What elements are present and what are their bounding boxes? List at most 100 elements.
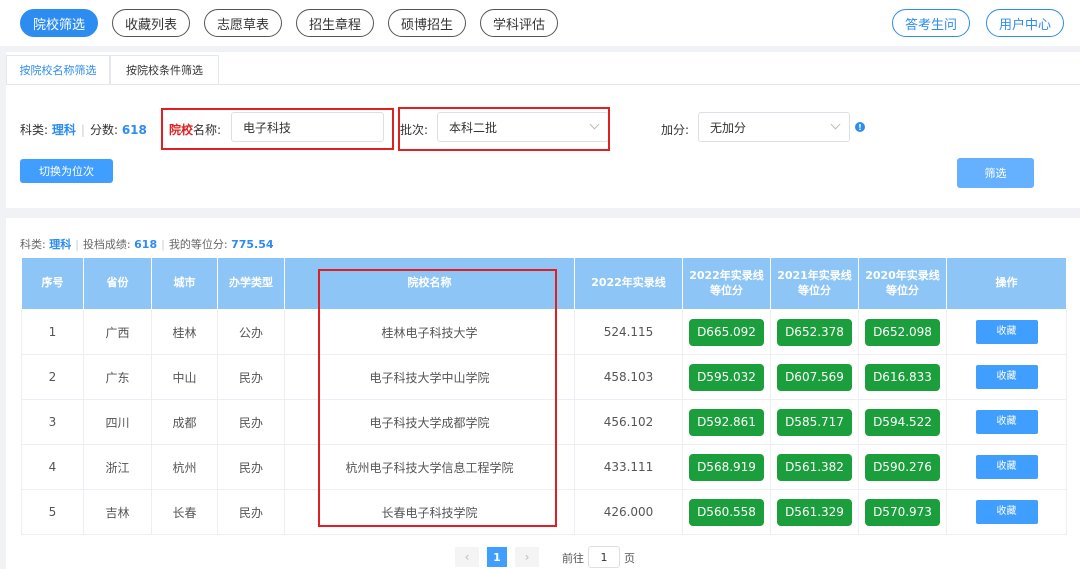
- column-header: 操作: [946, 257, 1067, 310]
- column-header: 2022年实录线: [574, 257, 683, 310]
- column-header: 省份: [83, 257, 152, 310]
- cell-no: 5: [21, 489, 84, 535]
- subject-value: 理科: [51, 123, 76, 137]
- rank-badge: D595.032: [689, 363, 764, 391]
- page-suffix-label: 页: [624, 552, 635, 565]
- cell-r2022: D560.558: [682, 489, 771, 535]
- cell-r2020: D590.276: [858, 444, 947, 490]
- cell-r2022: D592.861: [682, 399, 771, 445]
- subject-label: 科类:: [20, 123, 49, 137]
- rank-badge: D561.329: [777, 498, 852, 526]
- cell-province: 浙江: [83, 444, 152, 490]
- cell-action: 收藏: [946, 444, 1067, 490]
- filter-button[interactable]: 筛选: [957, 158, 1034, 188]
- cell-province: 四川: [83, 399, 152, 445]
- cell-province: 吉林: [83, 489, 152, 535]
- highlight-school-column: [318, 269, 557, 527]
- tab-school-filter[interactable]: 院校筛选: [20, 9, 98, 37]
- cell-type: 民办: [217, 489, 285, 535]
- cell-city: 桂林: [151, 309, 218, 355]
- results-subject-value: 理科: [49, 238, 72, 251]
- prev-page-button[interactable]: ‹: [455, 547, 479, 567]
- results-rank-value: 775.54: [231, 238, 274, 251]
- rank-badge: D607.569: [777, 363, 852, 391]
- cell-r2022: D568.919: [682, 444, 771, 490]
- cell-action: 收藏: [946, 399, 1067, 445]
- info-icon[interactable]: !: [855, 122, 865, 132]
- cell-r2020: D652.098: [858, 309, 947, 355]
- rank-badge: D592.861: [689, 408, 764, 436]
- cell-line2022: 458.103: [574, 354, 683, 400]
- cell-line2022: 524.115: [574, 309, 683, 355]
- cell-line2022: 426.000: [574, 489, 683, 535]
- column-header: 序号: [21, 257, 84, 310]
- rank-badge: D616.833: [865, 363, 940, 391]
- favorite-button[interactable]: 收藏: [975, 500, 1038, 524]
- cell-no: 4: [21, 444, 84, 490]
- cell-action: 收藏: [946, 309, 1067, 355]
- cell-action: 收藏: [946, 354, 1067, 400]
- results-score-value: 618: [134, 238, 158, 251]
- favorite-button[interactable]: 收藏: [975, 410, 1038, 434]
- column-header: 办学类型: [217, 257, 285, 310]
- cell-no: 3: [21, 399, 84, 445]
- bonus-select[interactable]: 无加分: [698, 112, 850, 142]
- rank-badge: D585.717: [777, 408, 852, 436]
- page-1-button[interactable]: 1: [487, 547, 507, 567]
- cell-line2022: 456.102: [574, 399, 683, 445]
- rank-badge: D594.522: [865, 408, 940, 436]
- qa-button[interactable]: 答考生问: [892, 9, 970, 37]
- cell-province: 广东: [83, 354, 152, 400]
- tab-favorites[interactable]: 收藏列表: [112, 9, 190, 37]
- cell-city: 长春: [151, 489, 218, 535]
- tab-admission-rules[interactable]: 招生章程: [296, 9, 374, 37]
- rank-badge: D665.092: [689, 318, 764, 346]
- cell-r2021: D585.717: [770, 399, 859, 445]
- rank-badge: D561.382: [777, 453, 852, 481]
- bonus-value: 无加分: [710, 120, 747, 135]
- tab-draft[interactable]: 志愿草表: [204, 9, 282, 37]
- rank-badge: D652.378: [777, 318, 852, 346]
- goto-page-input[interactable]: 1: [588, 546, 620, 568]
- cell-type: 公办: [217, 309, 285, 355]
- column-header: 2022年实录线 等位分: [682, 257, 771, 310]
- cell-city: 杭州: [151, 444, 218, 490]
- rank-badge: D568.919: [689, 453, 764, 481]
- filter-panel: 按院校名称筛选 按院校条件筛选 科类: 理科 | 分数: 618 院校名称: 电子科…: [6, 52, 1080, 208]
- cell-type: 民办: [217, 444, 285, 490]
- favorite-button[interactable]: 收藏: [975, 455, 1038, 479]
- cell-city: 中山: [151, 354, 218, 400]
- user-center-button[interactable]: 用户中心: [986, 9, 1064, 37]
- rank-badge: D590.276: [865, 453, 940, 481]
- switch-to-rank-button[interactable]: 切换为位次: [20, 159, 113, 183]
- top-nav: 院校筛选 收藏列表 志愿草表 招生章程 硕博招生 学科评估 答考生问 用户中心: [0, 0, 1080, 46]
- cell-no: 1: [21, 309, 84, 355]
- cell-r2021: D561.382: [770, 444, 859, 490]
- cell-r2022: D665.092: [682, 309, 771, 355]
- cell-r2020: D570.973: [858, 489, 947, 535]
- bonus-label: 加分:: [661, 123, 690, 137]
- tab-subject-evaluation[interactable]: 学科评估: [480, 9, 558, 37]
- column-header: 城市: [151, 257, 218, 310]
- cell-r2020: D616.833: [858, 354, 947, 400]
- favorite-button[interactable]: 收藏: [975, 320, 1038, 344]
- favorite-button[interactable]: 收藏: [975, 365, 1038, 389]
- rank-badge: D652.098: [865, 318, 940, 346]
- highlight-school-name: [161, 108, 394, 150]
- score-label: 分数:: [89, 123, 118, 137]
- results-summary: 科类: 理科 | 投档成绩: 618 | 我的等位分: 775.54: [20, 238, 274, 251]
- cell-r2022: D595.032: [682, 354, 771, 400]
- next-page-button[interactable]: ›: [515, 547, 539, 567]
- rank-badge: D560.558: [689, 498, 764, 526]
- cell-r2020: D594.522: [858, 399, 947, 445]
- column-header: 2020年实录线 等位分: [858, 257, 947, 310]
- tab-divider: [6, 84, 1080, 85]
- column-header: 2021年实录线 等位分: [770, 257, 859, 310]
- cell-no: 2: [21, 354, 84, 400]
- highlight-batch: [398, 107, 610, 151]
- tab-by-name[interactable]: 按院校名称筛选: [6, 55, 110, 85]
- cell-type: 民办: [217, 399, 285, 445]
- tab-graduate[interactable]: 硕博招生: [388, 9, 466, 37]
- rank-badge: D570.973: [865, 498, 940, 526]
- tab-by-condition[interactable]: 按院校条件筛选: [110, 55, 219, 85]
